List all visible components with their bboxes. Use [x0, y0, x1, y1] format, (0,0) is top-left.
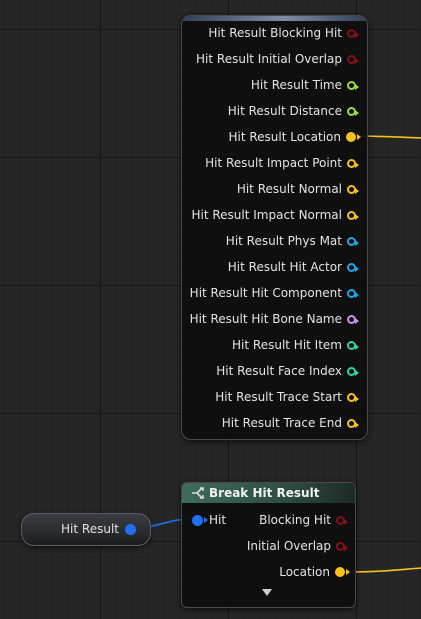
pin-label: Hit Result Hit Component	[189, 286, 342, 300]
pin-label: Hit Result Trace End	[221, 416, 342, 430]
pin-label: Hit Result Hit Item	[232, 338, 342, 352]
output-pin[interactable]	[347, 80, 359, 90]
variable-output-pin[interactable]	[125, 524, 136, 535]
pin-label: Hit Result Phys Mat	[225, 234, 342, 248]
pin-arrow-icon	[355, 369, 359, 376]
variable-label: Hit Result	[61, 522, 119, 536]
break-struct-icon	[192, 487, 204, 499]
pin-label: Hit Result Face Index	[216, 364, 342, 378]
pin-arrow-icon	[344, 518, 348, 525]
output-pin[interactable]	[347, 158, 359, 168]
output-pin-row[interactable]: Hit Result Hit Component	[189, 284, 359, 302]
output-pin-row[interactable]: Hit Result Location	[228, 128, 361, 146]
pin-arrow-icon	[355, 291, 359, 298]
pin-arrow-icon	[355, 239, 359, 246]
output-pin[interactable]	[347, 184, 359, 194]
pin-label: Hit Result Impact Point	[205, 156, 342, 170]
pin-label: Location	[279, 565, 330, 579]
pin-arrow-icon	[355, 395, 359, 402]
output-pin[interactable]	[347, 262, 359, 272]
pin-label: Hit Result Normal	[236, 182, 342, 196]
break-node-header[interactable]: Break Hit Result	[182, 483, 355, 503]
pin-arrow-icon	[344, 544, 348, 551]
pin-label: Hit Result Impact Normal	[191, 208, 342, 222]
expand-arrow-icon[interactable]	[262, 589, 272, 596]
pin-arrow-icon	[355, 109, 359, 116]
output-pin-row[interactable]: Hit Result Hit Bone Name	[189, 310, 359, 328]
output-pin-row[interactable]: Hit Result Blocking Hit	[208, 24, 359, 42]
output-pin[interactable]	[347, 366, 359, 376]
output-pin-row[interactable]: Hit Result Impact Point	[205, 154, 359, 172]
output-pin-row[interactable]: Hit Result Hit Actor	[227, 258, 359, 276]
pin-label: Hit Result Hit Bone Name	[189, 312, 342, 326]
output-pin[interactable]	[347, 288, 359, 298]
output-pin[interactable]	[347, 340, 359, 350]
output-pin[interactable]	[347, 54, 359, 64]
pin-arrow-icon	[355, 31, 359, 38]
output-pin-row[interactable]: Hit Result Trace Start	[215, 388, 359, 406]
output-pin-row[interactable]: Hit Result Hit Item	[232, 336, 359, 354]
output-pin[interactable]	[335, 567, 350, 577]
pin-arrow-icon	[355, 213, 359, 220]
output-pin-row[interactable]: Initial Overlap	[246, 537, 348, 555]
pin-label: Hit Result Blocking Hit	[208, 26, 342, 40]
output-pin-row[interactable]: Hit Result Distance	[227, 102, 359, 120]
pin-arrow-icon	[355, 161, 359, 168]
pin-label: Hit Result Hit Actor	[227, 260, 342, 274]
output-pin-row[interactable]: Hit Result Trace End	[221, 414, 359, 432]
pin-arrow-icon	[355, 187, 359, 194]
hit-input-label: Hit	[209, 513, 227, 527]
pin-label: Initial Overlap	[246, 539, 331, 553]
break-hit-result-node[interactable]: Break Hit Result Hit Blocking Hit Initial…	[181, 482, 356, 608]
output-pin-row[interactable]: Blocking Hit	[259, 511, 348, 529]
pin-arrow-icon	[355, 343, 359, 350]
pin-label: Hit Result Distance	[227, 104, 342, 118]
output-pin-row[interactable]: Hit Result Initial Overlap	[196, 50, 359, 68]
pin-label: Hit Result Location	[228, 130, 341, 144]
pin-arrow-icon	[355, 265, 359, 272]
output-pin-row[interactable]: Hit Result Phys Mat	[225, 232, 359, 250]
output-pin-row[interactable]: Hit Result Face Index	[216, 362, 359, 380]
pin-arrow-icon	[357, 133, 361, 140]
output-pin[interactable]	[347, 28, 359, 38]
output-pin[interactable]	[347, 314, 359, 324]
output-pin[interactable]	[336, 541, 348, 551]
pin-arrow-icon	[355, 57, 359, 64]
output-pin[interactable]	[336, 515, 348, 525]
output-pin[interactable]	[347, 210, 359, 220]
output-pin-row[interactable]: Hit Result Impact Normal	[191, 206, 359, 224]
pin-arrow-icon	[355, 83, 359, 90]
pin-arrow-icon	[355, 421, 359, 428]
hit-input-row[interactable]: Hit	[192, 513, 226, 527]
output-pin-row[interactable]: Hit Result Normal	[236, 180, 359, 198]
output-pin[interactable]	[347, 418, 359, 428]
pin-label: Blocking Hit	[259, 513, 331, 527]
pin-label: Hit Result Initial Overlap	[196, 52, 342, 66]
pin-arrow-icon	[355, 317, 359, 324]
hit-result-break-node-expanded[interactable]: Hit Result Blocking Hit Hit Result Initia…	[181, 15, 368, 440]
output-pin[interactable]	[347, 236, 359, 246]
output-pin-row[interactable]: Location	[279, 563, 350, 581]
hit-input-pin[interactable]	[192, 514, 208, 526]
pin-label: Hit Result Trace Start	[215, 390, 342, 404]
hit-result-variable-node[interactable]: Hit Result	[21, 513, 151, 546]
pin-label: Hit Result Time	[250, 78, 342, 92]
break-node-title: Break Hit Result	[209, 486, 320, 500]
output-pin-row[interactable]: Hit Result Time	[250, 76, 359, 94]
output-pin[interactable]	[347, 106, 359, 116]
output-pin[interactable]	[346, 132, 361, 142]
pin-arrow-icon	[346, 568, 350, 575]
node-top-highlight	[182, 16, 367, 21]
output-pin[interactable]	[347, 392, 359, 402]
